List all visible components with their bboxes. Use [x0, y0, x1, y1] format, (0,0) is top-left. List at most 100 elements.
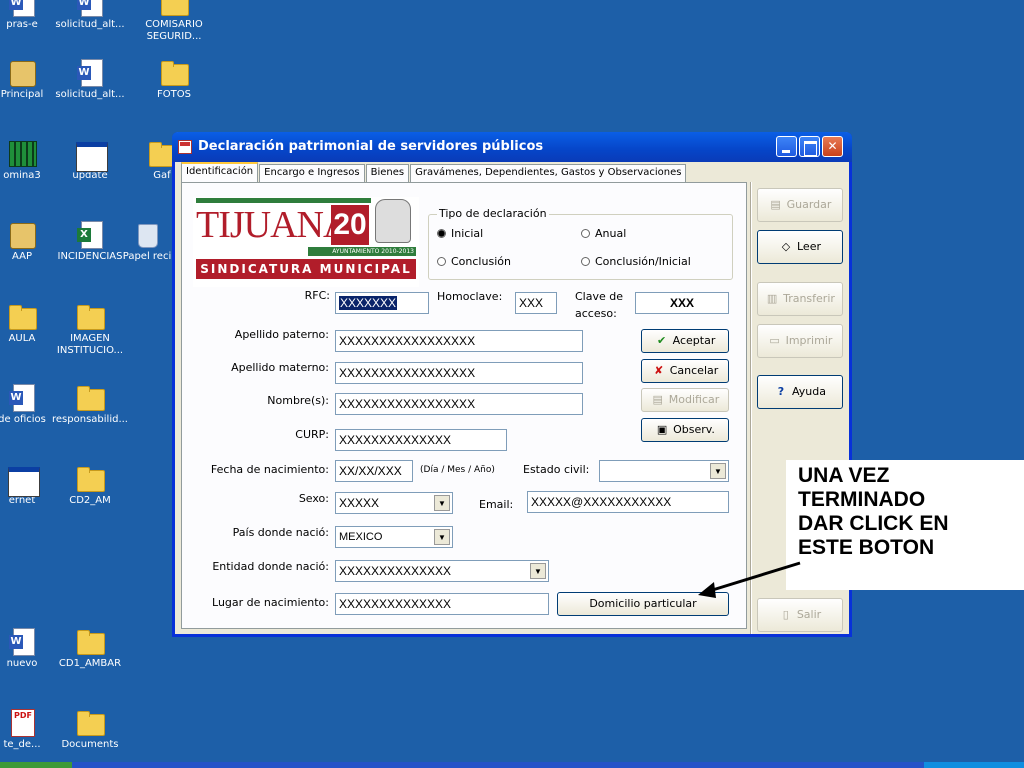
modificar-button[interactable]: ▤ Modificar	[641, 388, 729, 412]
salir-label: Salir	[796, 608, 822, 621]
ayuda-label: Ayuda	[792, 385, 826, 398]
lugar-field[interactable]: XXXXXXXXXXXXXX	[335, 593, 549, 615]
document-icon	[7, 0, 37, 17]
desktop-icon-cd2[interactable]: CD2_AM	[48, 464, 132, 507]
tipo-declaracion-group: Tipo de declaración Inicial Anual Conclu…	[428, 207, 733, 280]
tab-strip: Identificación Encargo e Ingresos Bienes…	[181, 162, 687, 182]
logo-ayuntamiento: AYUNTAMIENTO 2010-2013	[308, 247, 416, 256]
close-button[interactable]: ✕	[822, 136, 843, 157]
desktop-icon-label: CD2_AM	[69, 495, 111, 506]
window-titlebar[interactable]: Declaración patrimonial de servidores pú…	[172, 132, 852, 162]
desktop-icon-label: AAP	[12, 251, 32, 262]
folder-icon	[159, 58, 189, 86]
desktop-icon-solicitud-2[interactable]: solicitud_alt...	[48, 58, 132, 101]
app-icon	[7, 220, 37, 249]
desktop-icon-imagen[interactable]: IMAGEN INSTITUCIO...	[48, 302, 132, 357]
leer-label: Leer	[797, 240, 821, 253]
word-document-icon	[75, 58, 105, 87]
imprimir-button[interactable]: ▭ Imprimir	[757, 324, 843, 358]
radio-conclusion-inicial[interactable]: Conclusión/Inicial	[581, 255, 691, 268]
printer-icon: ▭	[769, 334, 780, 347]
clave-acceso-field[interactable]: XXX	[635, 292, 729, 314]
chevron-down-icon[interactable]: ▼	[434, 529, 450, 545]
word-document-icon	[7, 627, 37, 656]
maximize-button[interactable]	[799, 136, 820, 157]
curp-field[interactable]: XXXXXXXXXXXXXX	[335, 429, 507, 451]
app-icon	[7, 58, 37, 87]
tab-bienes[interactable]: Bienes	[365, 164, 410, 182]
pais-label: País donde nació:	[232, 526, 329, 539]
callout-line-1: UNA VEZ	[798, 464, 890, 487]
chevron-down-icon[interactable]: ▼	[710, 463, 726, 479]
radio-label: Conclusión	[451, 255, 511, 268]
app-icon	[178, 140, 192, 154]
desktop-icon-comisario[interactable]: COMISARIO SEGURID...	[132, 0, 216, 43]
save-icon: ▤	[770, 198, 781, 211]
tijuana-logo: TIJUANA 20 AYUNTAMIENTO 2010-2013 SINDIC…	[193, 197, 419, 287]
pdf-document-icon	[7, 708, 37, 737]
radio-inicial[interactable]: Inicial	[437, 227, 483, 240]
sexo-value: XXXXX	[339, 496, 380, 510]
guardar-button[interactable]: ▤ Guardar	[757, 188, 843, 222]
desktop-icon-solicitud-1[interactable]: solicitud_alt...	[48, 0, 132, 31]
apellido-paterno-field[interactable]: XXXXXXXXXXXXXXXXX	[335, 330, 583, 352]
start-button[interactable]	[0, 762, 72, 768]
clave-label-2: acceso:	[575, 307, 617, 320]
entidad-label: Entidad donde nació:	[212, 560, 329, 573]
taskbar[interactable]	[0, 762, 1024, 768]
curp-label: CURP:	[295, 428, 329, 441]
desktop-icon-label: solicitud_alt...	[55, 89, 125, 100]
city-seal-icon	[375, 199, 411, 243]
cross-icon: ✘	[654, 364, 664, 377]
nombre-field[interactable]: XXXXXXXXXXXXXXXXX	[335, 393, 583, 415]
chevron-down-icon[interactable]: ▼	[530, 563, 546, 579]
tab-gravamenes[interactable]: Gravámenes, Dependientes, Gastos y Obser…	[410, 164, 687, 182]
desktop-icon-papelera[interactable]: Papel reci	[120, 220, 174, 263]
help-icon: ?	[777, 385, 785, 398]
tab-identificacion[interactable]: Identificación	[181, 162, 259, 182]
entidad-select[interactable]: XXXXXXXXXXXXXX ▼	[335, 560, 549, 582]
observ-button[interactable]: ▣ Observ.	[641, 418, 729, 442]
fecha-field[interactable]: XX/XX/XXX	[335, 460, 413, 482]
folder-icon	[75, 383, 105, 411]
desktop-icon-label: solicitud_alt...	[55, 19, 125, 30]
ayuda-button[interactable]: ? Ayuda	[757, 375, 843, 409]
desktop-icon-fotos[interactable]: FOTOS	[132, 58, 216, 101]
radio-conclusion[interactable]: Conclusión	[437, 255, 511, 268]
tab-encargo-ingresos[interactable]: Encargo e Ingresos	[259, 164, 365, 182]
leer-button[interactable]: ◇ Leer	[757, 230, 843, 264]
rfc-field[interactable]: XXXXXXX	[335, 292, 429, 314]
desktop-icon-label: FOTOS	[157, 89, 191, 100]
logo-sindicatura: SINDICATURA MUNICIPAL	[196, 259, 416, 279]
apellido-materno-field[interactable]: XXXXXXXXXXXXXXXXX	[335, 362, 583, 384]
aceptar-button[interactable]: ✔ Aceptar	[641, 329, 729, 353]
desktop-icon-label: CD1_AMBAR	[58, 658, 122, 669]
estado-civil-select[interactable]: ▼	[599, 460, 729, 482]
callout-line-4: ESTE BOTON	[798, 536, 935, 559]
desktop-icon-cd1[interactable]: CD1_AMBAR	[48, 627, 132, 670]
imprimir-label: Imprimir	[785, 334, 833, 347]
cancelar-button[interactable]: ✘ Cancelar	[641, 359, 729, 383]
folder-icon	[7, 302, 37, 330]
chevron-down-icon[interactable]: ▼	[434, 495, 450, 511]
desktop-icon-documents[interactable]: Documents	[48, 708, 132, 751]
folder-icon	[75, 464, 105, 492]
desktop-icon-label: IMAGEN INSTITUCIO...	[56, 333, 124, 356]
desktop-icon-label: te_de...	[3, 739, 41, 750]
check-icon: ✔	[657, 334, 667, 347]
transferir-button[interactable]: ▥ Transferir	[757, 282, 843, 316]
entidad-value: XXXXXXXXXXXXXX	[339, 564, 452, 578]
homoclave-field[interactable]: XXX	[515, 292, 557, 314]
system-tray[interactable]	[924, 762, 1024, 768]
radio-anual[interactable]: Anual	[581, 227, 626, 240]
desktop-icon-label: Documents	[61, 739, 119, 750]
desktop-icon-label: Gaf	[153, 170, 171, 181]
lugar-label: Lugar de nacimiento:	[212, 596, 329, 609]
homoclave-label: Homoclave:	[437, 290, 503, 303]
pais-value: MEXICO	[339, 531, 383, 543]
email-field[interactable]: XXXXX@XXXXXXXXXXX	[527, 491, 729, 513]
minimize-button[interactable]	[776, 136, 797, 157]
sexo-select[interactable]: XXXXX ▼	[335, 492, 453, 514]
pais-select[interactable]: MEXICO ▼	[335, 526, 453, 548]
desktop-icon-responsabilid[interactable]: responsabilid...	[48, 383, 132, 426]
